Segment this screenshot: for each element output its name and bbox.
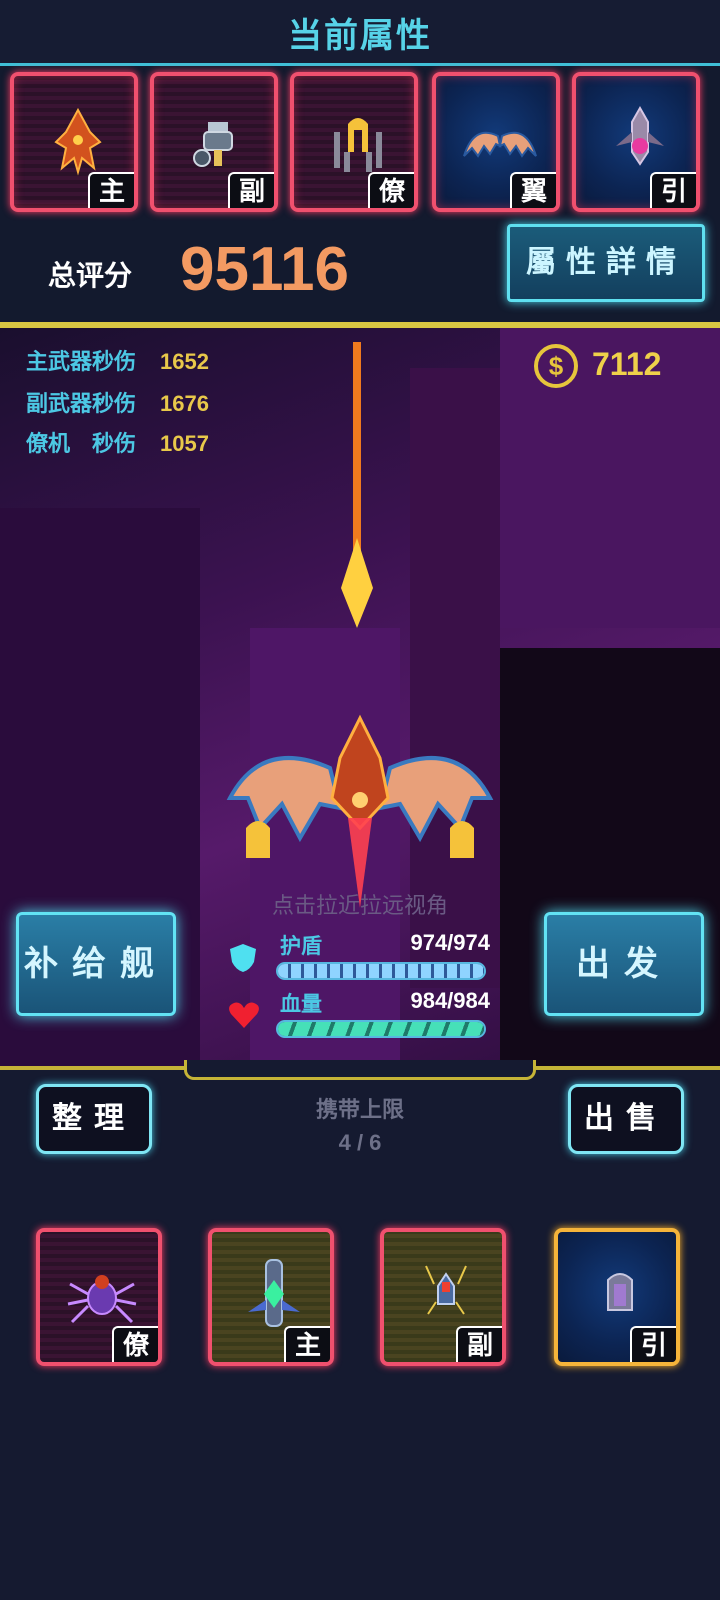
inventory-divider-notch (184, 1060, 536, 1080)
right-wingman (450, 821, 474, 858)
attribute-details-button[interactable]: 屬性詳情 (507, 224, 705, 302)
crystal-cannon-icon (248, 1259, 300, 1327)
sub-weapon-icon (193, 122, 233, 167)
equip-slot-sub[interactable]: 副 (150, 72, 278, 212)
hp-fill (278, 1022, 484, 1036)
heart-icon (229, 1002, 259, 1028)
score-value: 95116 (180, 235, 349, 304)
shield-fill (278, 964, 484, 978)
item-tag: 引 (630, 1326, 676, 1362)
shield-value: 974/974 (410, 930, 490, 955)
inventory-item[interactable]: 僚 (36, 1228, 162, 1366)
main-weapon-icon (54, 107, 102, 176)
ship-hull (330, 714, 390, 831)
score-label: 总评分 (48, 260, 133, 291)
laser-beam (353, 342, 361, 552)
equip-slot-wingman[interactable]: 僚 (290, 72, 418, 212)
laser-tip (341, 538, 373, 628)
shield-label: 护盾 (280, 935, 322, 958)
capacity-label: 携带上限 (315, 1097, 404, 1122)
hp-bar: 血量 984/984 (228, 988, 490, 1040)
slot-tag: 引 (650, 172, 696, 208)
item-tag: 僚 (112, 1326, 158, 1362)
equip-slot-wing[interactable]: 翼 (432, 72, 560, 212)
hp-value: 984/984 (410, 988, 490, 1013)
equipment-panel: 主 副 僚 翼 引 总评分 95116 屬性詳情 (0, 66, 720, 328)
engine-icon (616, 105, 664, 166)
equip-slot-engine[interactable]: 引 (572, 72, 700, 212)
right-wing (377, 756, 494, 843)
supply-ship-button[interactable]: 补给舰 (16, 912, 176, 1016)
ship-core (352, 792, 368, 808)
depart-button[interactable]: 出发 (544, 912, 704, 1016)
thruster-icon (607, 1273, 633, 1311)
slot-tag: 副 (228, 172, 274, 208)
slot-tag: 主 (88, 172, 134, 208)
left-wingman (246, 821, 270, 858)
page-title: 当前属性 (288, 17, 432, 55)
shield-icon (230, 944, 256, 972)
hp-track (276, 1020, 486, 1038)
slot-tag: 翼 (510, 172, 556, 208)
equip-slot-main[interactable]: 主 (10, 72, 138, 212)
wingman-icon (334, 118, 382, 172)
item-tag: 主 (284, 1326, 330, 1362)
ship-preview-scene[interactable]: 主武器秒伤 1652 副武器秒伤 1676 僚机 秒伤 1057 $ 7112 点击拉… (0, 328, 720, 1068)
header-bar: 当前属性 (0, 0, 720, 66)
slot-tag: 僚 (368, 172, 414, 208)
hp-label: 血量 (280, 993, 322, 1016)
item-tag: 副 (456, 1326, 502, 1362)
inventory-item[interactable]: 主 (208, 1228, 334, 1366)
spider-wingman-icon (67, 1275, 137, 1324)
left-wing (226, 756, 343, 843)
inventory-item[interactable]: 副 (380, 1228, 506, 1366)
shield-track (276, 962, 486, 980)
missile-pod-icon (425, 1265, 467, 1315)
inventory-item[interactable]: 引 (554, 1228, 680, 1366)
capacity-value: 4 / 6 (338, 1130, 382, 1155)
inventory-panel: 整理 出售 携带上限 4 / 6 僚 主 副 引 (0, 1080, 720, 1600)
shield-bar: 护盾 974/974 (228, 930, 490, 982)
